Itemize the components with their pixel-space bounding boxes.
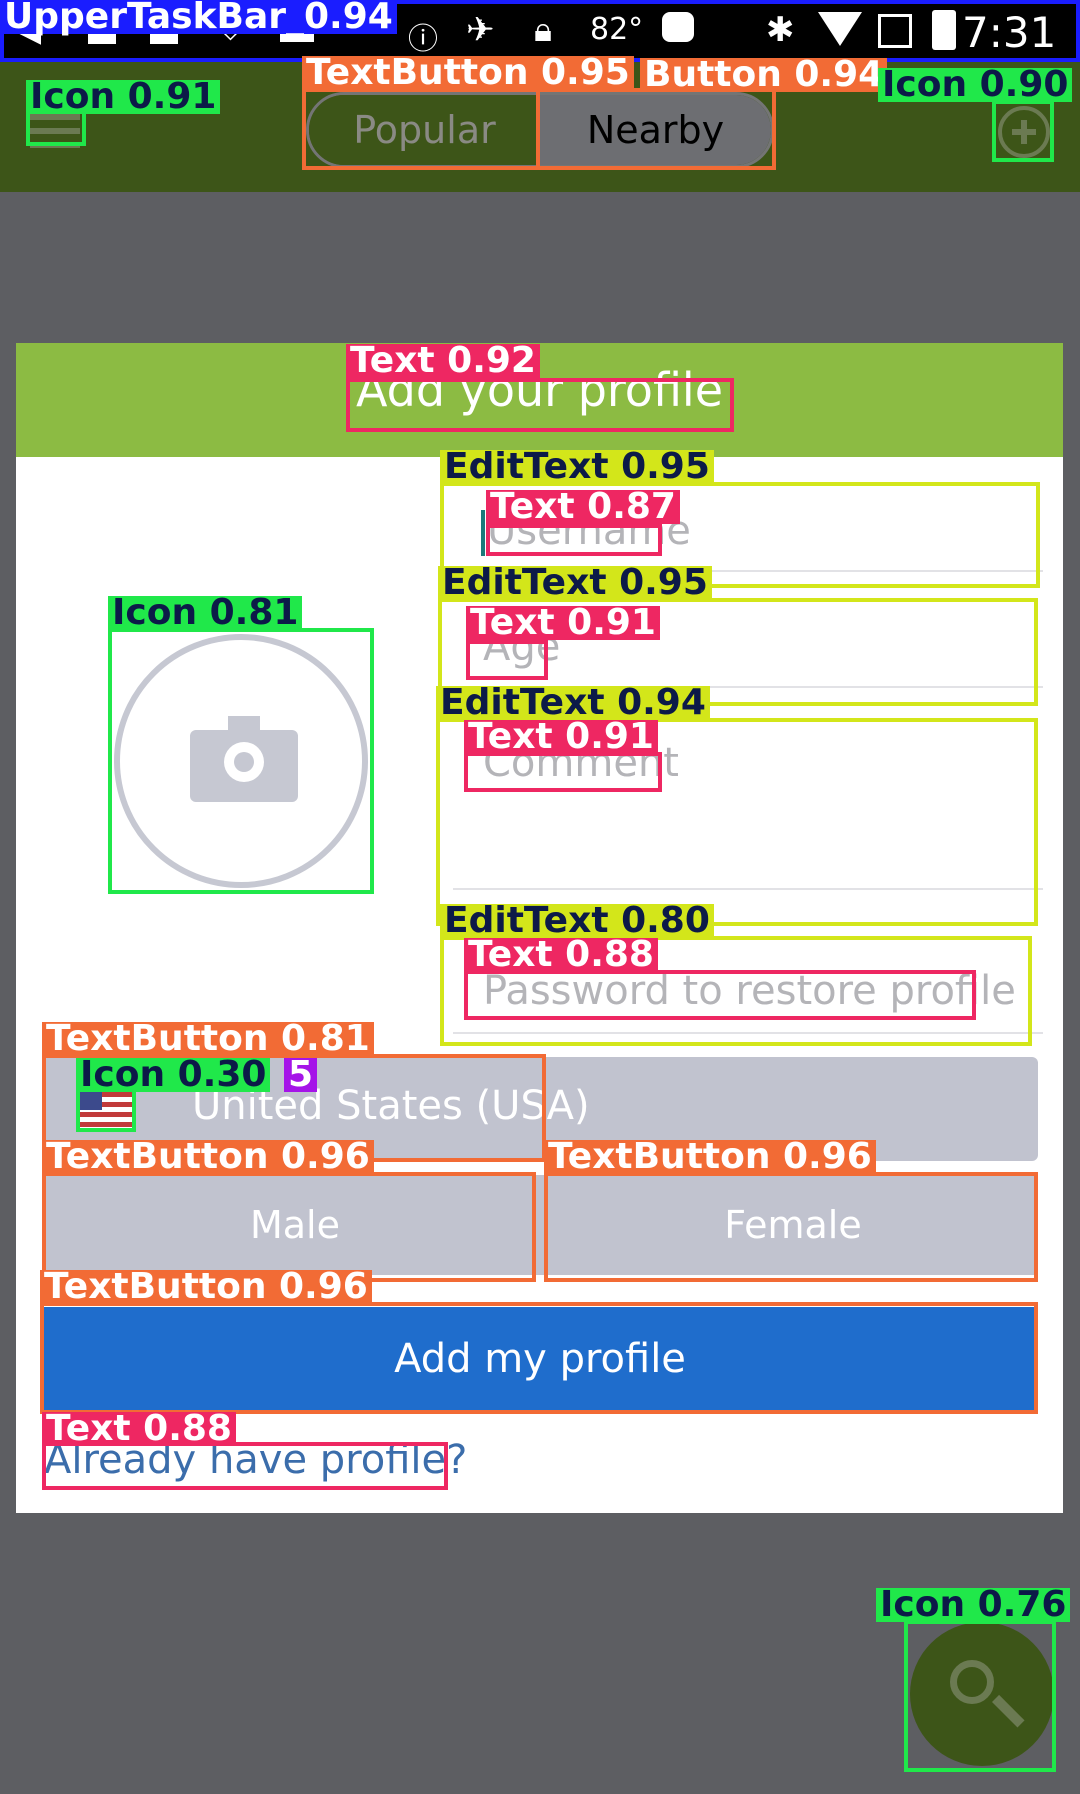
already-have-profile-link[interactable]: Already have profile?: [44, 1437, 467, 1483]
clock: 7:31: [962, 8, 1057, 57]
dialog-header: Add your profile: [16, 343, 1063, 457]
battery-icon: [932, 10, 956, 50]
bluetooth-icon: ✱: [766, 10, 795, 50]
female-button[interactable]: Female: [548, 1175, 1038, 1275]
password-placeholder: Password to restore profile: [483, 968, 1016, 1014]
add-profile-button[interactable]: Add my profile: [42, 1307, 1038, 1411]
username-field[interactable]: Username: [443, 484, 1049, 580]
camera-icon: [190, 730, 298, 802]
search-fab[interactable]: [910, 1622, 1054, 1766]
temperature: 82°: [590, 12, 644, 47]
notification-icon: [150, 16, 178, 44]
app-bar: Popular Nearby: [0, 62, 1080, 192]
no-signal-icon: [878, 14, 912, 48]
android-icon: [662, 12, 694, 42]
us-flag-icon: [78, 1092, 132, 1128]
add-profile-dialog: Username Age Comment Password to restore…: [16, 457, 1063, 1513]
status-bar: ◀ ⛨ ⓘ ✈ 🔒︎ 82° ✱ 7:31: [0, 0, 1080, 62]
menu-icon[interactable]: [28, 112, 82, 150]
country-selector[interactable]: United States (USA): [42, 1057, 1038, 1161]
back-arrow-icon: ◀: [18, 14, 42, 49]
age-placeholder: Age: [483, 624, 561, 670]
notification-icon: [88, 16, 116, 44]
tab-switcher: Popular Nearby: [306, 92, 774, 168]
age-field[interactable]: Age: [443, 600, 1049, 696]
male-button[interactable]: Male: [42, 1175, 548, 1275]
comment-placeholder: Comment: [483, 740, 679, 786]
comment-field[interactable]: Comment: [443, 716, 1049, 896]
tab-popular[interactable]: Popular: [309, 95, 540, 165]
add-circle-icon[interactable]: [998, 106, 1050, 158]
username-placeholder: Username: [487, 508, 691, 554]
wifi-icon: [818, 12, 862, 46]
mail-icon: [280, 16, 314, 42]
lock-icon: 🔒︎: [534, 10, 553, 50]
info-icon: ⓘ: [408, 22, 438, 57]
overlay-label: Icon 0.76: [876, 1587, 1071, 1623]
tab-nearby[interactable]: Nearby: [540, 95, 771, 165]
country-label: United States (USA): [192, 1083, 590, 1129]
password-field[interactable]: Password to restore profile: [443, 936, 1049, 1040]
search-icon: [950, 1660, 994, 1704]
dialog-title: Add your profile: [355, 363, 724, 417]
shield-icon: ⛨: [220, 14, 242, 47]
text-cursor: [481, 510, 485, 556]
photo-picker[interactable]: [114, 634, 368, 888]
satellite-icon: ✈: [466, 10, 495, 50]
